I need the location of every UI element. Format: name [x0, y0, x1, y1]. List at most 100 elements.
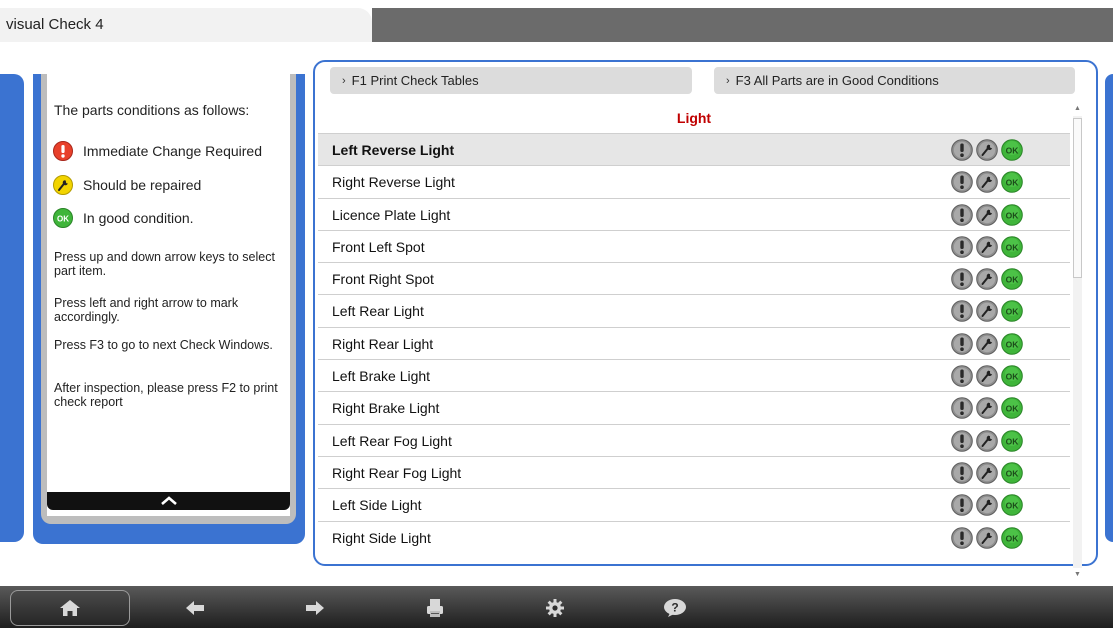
ok-icon[interactable]: OK: [1001, 397, 1023, 420]
wrench-icon[interactable]: [976, 203, 998, 226]
exclamation-icon[interactable]: [951, 268, 973, 290]
part-name: Right Side Light: [332, 529, 431, 546]
wrench-icon[interactable]: [976, 268, 998, 290]
all-parts-good-button[interactable]: › F3 All Parts are in Good Conditions: [714, 67, 1075, 94]
part-name: Licence Plate Light: [332, 206, 451, 223]
table-row[interactable]: Left Side Light OK: [318, 488, 1070, 521]
part-name: Right Rear Light: [332, 335, 434, 352]
ok-icon[interactable]: OK: [1001, 462, 1023, 484]
parts-scrollbar[interactable]: ▲ ▼: [1071, 104, 1084, 582]
part-name: Right Rear Fog Light: [332, 464, 462, 481]
instruction-text: Press left and right arrow to mark accor…: [54, 296, 239, 324]
legend-good-condition: OK In good condition.: [53, 208, 194, 228]
part-name: Left Side Light: [332, 497, 422, 514]
part-name: Right Brake Light: [332, 400, 440, 417]
help-scroll-up-button[interactable]: [47, 492, 290, 510]
wrench-icon[interactable]: [976, 365, 998, 387]
wrench-icon[interactable]: [976, 494, 998, 517]
ok-icon[interactable]: OK: [1001, 203, 1023, 226]
table-row[interactable]: Front Left Spot OK: [318, 229, 1070, 263]
instruction-text: After inspection, please press F2 to pri…: [54, 381, 278, 409]
wrench-icon[interactable]: [976, 526, 998, 549]
table-row[interactable]: Right Reverse Light OK: [318, 165, 1070, 198]
status-buttons: OK: [951, 494, 1023, 517]
table-row[interactable]: Right Rear Fog Light OK: [318, 455, 1070, 489]
scroll-down-arrow[interactable]: ▼: [1073, 570, 1082, 580]
svg-text:OK: OK: [1006, 275, 1020, 285]
scroll-up-arrow[interactable]: ▲: [1073, 104, 1082, 114]
ok-icon[interactable]: OK: [1001, 526, 1023, 549]
exclamation-icon[interactable]: [951, 397, 973, 420]
title-bar-fill: [372, 8, 1113, 42]
window-title: visual Check 4: [6, 16, 104, 33]
help-icon: ?: [664, 599, 686, 617]
print-button[interactable]: [410, 590, 460, 626]
table-row[interactable]: Right Brake Light OK: [318, 391, 1070, 424]
exclamation-icon[interactable]: [951, 494, 973, 517]
svg-text:OK: OK: [1006, 468, 1020, 478]
exclamation-icon[interactable]: [951, 171, 973, 194]
svg-text:OK: OK: [1006, 533, 1020, 543]
svg-text:OK: OK: [1006, 371, 1020, 381]
table-row[interactable]: Left Rear Light OK: [318, 294, 1070, 327]
legend-label: Should be repaired: [83, 177, 202, 193]
ok-icon[interactable]: OK: [1001, 139, 1023, 161]
svg-text:OK: OK: [1006, 404, 1020, 414]
table-row[interactable]: Left Reverse Light OK: [318, 133, 1070, 166]
exclamation-icon[interactable]: [951, 429, 973, 452]
wrench-icon[interactable]: [976, 300, 998, 323]
wrench-icon[interactable]: [976, 139, 998, 161]
forward-arrow-icon: [306, 601, 324, 615]
table-row[interactable]: Left Brake Light OK: [318, 359, 1070, 392]
help-button[interactable]: ?: [650, 590, 700, 626]
table-row[interactable]: Left Rear Fog Light OK: [318, 423, 1070, 456]
exclamation-icon[interactable]: [951, 332, 973, 355]
status-buttons: OK: [951, 526, 1023, 549]
svg-text:OK: OK: [1006, 210, 1020, 220]
print-check-tables-button[interactable]: › F1 Print Check Tables: [330, 67, 692, 94]
ok-icon[interactable]: OK: [1001, 332, 1023, 355]
ok-icon: OK: [53, 208, 73, 228]
part-name: Left Rear Light: [332, 303, 424, 320]
ok-icon[interactable]: OK: [1001, 494, 1023, 517]
ok-icon[interactable]: OK: [1001, 171, 1023, 194]
exclamation-icon[interactable]: [951, 236, 973, 258]
table-row[interactable]: Right Rear Light OK: [318, 326, 1070, 360]
exclamation-icon[interactable]: [951, 526, 973, 549]
ok-icon[interactable]: OK: [1001, 365, 1023, 387]
svg-text:OK: OK: [1006, 307, 1020, 317]
window-title-tab: visual Check 4: [0, 8, 372, 42]
table-row[interactable]: Licence Plate Light OK: [318, 197, 1070, 230]
exclamation-icon[interactable]: [951, 365, 973, 387]
status-buttons: OK: [951, 171, 1023, 194]
svg-text:?: ?: [671, 601, 678, 615]
wrench-icon[interactable]: [976, 397, 998, 420]
exclamation-icon[interactable]: [951, 462, 973, 484]
wrench-icon[interactable]: [976, 429, 998, 452]
ok-icon[interactable]: OK: [1001, 268, 1023, 290]
ok-icon[interactable]: OK: [1001, 236, 1023, 258]
ok-icon[interactable]: OK: [1001, 429, 1023, 452]
settings-button[interactable]: [530, 590, 580, 626]
status-buttons: OK: [951, 236, 1023, 258]
status-buttons: OK: [951, 300, 1023, 323]
wrench-icon[interactable]: [976, 236, 998, 258]
wrench-icon[interactable]: [976, 332, 998, 355]
exclamation-icon[interactable]: [951, 300, 973, 323]
ok-icon[interactable]: OK: [1001, 300, 1023, 323]
exclamation-icon[interactable]: [951, 139, 973, 161]
wrench-icon[interactable]: [976, 462, 998, 484]
table-row[interactable]: Right Side Light OK: [318, 520, 1070, 553]
status-buttons: OK: [951, 139, 1023, 161]
wrench-icon[interactable]: [976, 171, 998, 194]
forward-button[interactable]: [290, 590, 340, 626]
home-button[interactable]: [10, 590, 130, 626]
scroll-thumb[interactable]: [1073, 118, 1082, 278]
wrench-icon: [53, 175, 73, 195]
exclamation-icon[interactable]: [951, 203, 973, 226]
part-name: Left Rear Fog Light: [332, 432, 452, 449]
back-arrow-icon: [186, 601, 204, 615]
table-row[interactable]: Front Right Spot OK: [318, 262, 1070, 295]
legend-label: Immediate Change Required: [83, 143, 262, 159]
back-button[interactable]: [170, 590, 220, 626]
